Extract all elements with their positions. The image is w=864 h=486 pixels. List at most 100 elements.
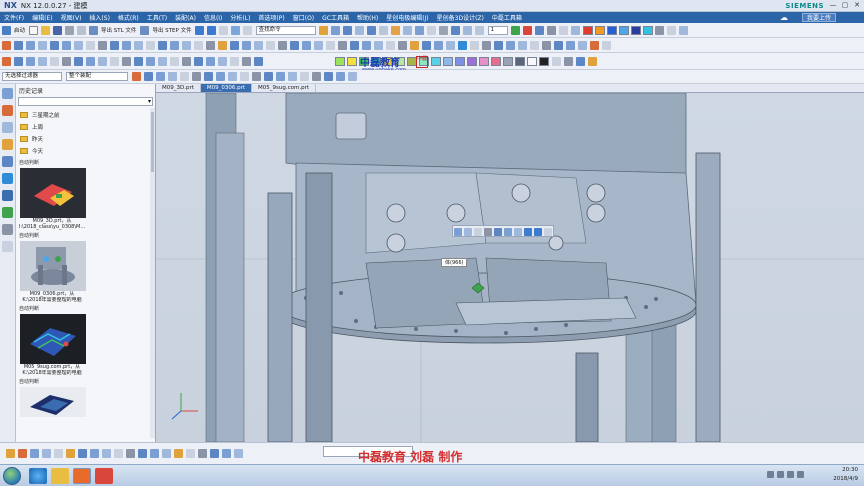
menu-view[interactable]: 视图(V) xyxy=(57,13,86,22)
cut-icon[interactable] xyxy=(64,25,74,35)
color-swatch-dark-gray[interactable] xyxy=(515,56,525,66)
hide-object-icon[interactable] xyxy=(474,227,482,236)
start-icon[interactable] xyxy=(1,25,11,35)
grid-icon[interactable] xyxy=(559,25,569,35)
subtract-icon[interactable] xyxy=(61,40,71,50)
selection-filter-dropdown[interactable]: 无选择过滤器 xyxy=(2,72,62,81)
color-swatch-yellow[interactable] xyxy=(347,56,357,66)
keyboard-icon[interactable] xyxy=(767,471,774,478)
block-icon[interactable] xyxy=(391,25,401,35)
pattern-component-icon[interactable] xyxy=(234,449,243,458)
weld-icon[interactable] xyxy=(210,449,219,458)
component-icon[interactable] xyxy=(78,449,87,458)
invert-icon[interactable] xyxy=(133,56,143,66)
extrude-icon[interactable] xyxy=(13,40,23,50)
measure-icon[interactable] xyxy=(451,25,461,35)
table-icon[interactable] xyxy=(577,40,587,50)
existing-point-icon[interactable] xyxy=(299,72,309,81)
point-on-face-icon[interactable] xyxy=(323,72,333,81)
show-only-icon[interactable] xyxy=(464,227,472,236)
volume-icon[interactable] xyxy=(787,471,794,478)
feature-history-icon[interactable] xyxy=(18,449,27,458)
suppress-icon[interactable] xyxy=(30,449,39,458)
touch-mode-icon[interactable] xyxy=(243,25,253,35)
color-swatch-white[interactable] xyxy=(527,56,537,66)
menu-analysis[interactable]: 分析(L) xyxy=(226,13,254,22)
color-swatch-orange[interactable] xyxy=(594,25,605,35)
line-icon[interactable] xyxy=(667,25,677,35)
intersection-point-icon[interactable] xyxy=(263,72,273,81)
pen-icon[interactable] xyxy=(589,40,599,50)
network-icon[interactable] xyxy=(777,471,784,478)
color-swatch-cyan[interactable] xyxy=(642,25,653,35)
edges-icon[interactable] xyxy=(169,56,179,66)
revolve-icon[interactable] xyxy=(25,40,35,50)
show-icon[interactable] xyxy=(121,56,131,66)
menu-preferences[interactable]: 首选项(P) xyxy=(254,13,288,22)
trim-icon[interactable] xyxy=(145,40,155,50)
insert-icon[interactable] xyxy=(505,40,515,50)
hole-icon[interactable] xyxy=(37,40,47,50)
minimize-icon[interactable]: — xyxy=(828,1,838,10)
nx-app-icon[interactable] xyxy=(73,467,91,484)
menu-assembly[interactable]: 装配(A) xyxy=(171,13,200,22)
mid-point-icon[interactable] xyxy=(239,72,249,81)
presentation-app-icon[interactable] xyxy=(95,467,113,484)
sheet-icon[interactable] xyxy=(379,25,389,35)
history-folder[interactable]: 昨天 xyxy=(16,133,155,145)
history-folder[interactable]: 三星期之前 xyxy=(16,109,155,121)
chamfer-icon[interactable] xyxy=(97,40,107,50)
tab-m09-0306[interactable]: M09_0306.prt xyxy=(200,84,253,92)
texture-icon[interactable] xyxy=(575,56,585,66)
color-swatch-blue[interactable] xyxy=(606,25,617,35)
history-thumbnail[interactable] xyxy=(20,387,86,417)
tab-m05-9sug[interactable]: M05_9sug.com.prt xyxy=(252,84,317,92)
rotate-icon[interactable] xyxy=(205,56,215,66)
route-icon[interactable] xyxy=(198,449,207,458)
drawing-icon[interactable] xyxy=(541,40,551,50)
snap-end-icon[interactable] xyxy=(13,56,23,66)
shaded-icon[interactable] xyxy=(157,56,167,66)
face-select-icon[interactable] xyxy=(179,72,189,81)
control-point-icon[interactable] xyxy=(251,72,261,81)
curve-icon[interactable] xyxy=(655,25,665,35)
edit-display-icon[interactable] xyxy=(494,227,502,236)
clearance-icon[interactable] xyxy=(126,449,135,458)
part-icon[interactable] xyxy=(331,25,341,35)
select-all-icon[interactable] xyxy=(131,72,141,81)
snap-grid-icon[interactable] xyxy=(347,72,357,81)
orient-icon[interactable] xyxy=(463,25,473,35)
menu-insert[interactable]: 插入(S) xyxy=(85,13,114,22)
snap-center-icon[interactable] xyxy=(37,56,47,66)
plane-icon[interactable] xyxy=(241,40,251,50)
datum-icon[interactable] xyxy=(217,40,227,50)
arc-center-icon[interactable] xyxy=(275,72,285,81)
redo-small-icon[interactable] xyxy=(534,227,542,236)
reuse-library-icon[interactable] xyxy=(2,139,13,150)
layer-combo[interactable]: 1 xyxy=(487,25,508,35)
copy-body-icon[interactable] xyxy=(73,56,83,66)
pocket-icon[interactable] xyxy=(517,40,527,50)
layer-icon[interactable] xyxy=(319,25,329,35)
snap-intersect-icon[interactable] xyxy=(61,56,71,66)
quick-pick-icon[interactable] xyxy=(6,449,15,458)
body-select-icon[interactable] xyxy=(167,72,177,81)
history-scrollbar[interactable] xyxy=(150,108,155,438)
history-thumbnail[interactable] xyxy=(20,241,86,291)
measure-distance-icon[interactable] xyxy=(301,40,311,50)
edit-feature-icon[interactable] xyxy=(454,227,462,236)
menu-gc-toolkit[interactable]: GC工具箱 xyxy=(318,13,353,22)
plate-icon[interactable] xyxy=(421,40,431,50)
color-swatch-sky[interactable] xyxy=(618,25,629,35)
dimension-icon[interactable] xyxy=(553,40,563,50)
cooling-icon[interactable] xyxy=(457,40,467,50)
snap-point-icon[interactable] xyxy=(1,56,11,66)
menu-tools[interactable]: 工具(T) xyxy=(143,13,171,22)
open-folder-icon[interactable] xyxy=(40,25,50,35)
blend-icon[interactable] xyxy=(85,40,95,50)
bounded-grid-icon[interactable] xyxy=(335,72,345,81)
constraint-navigator-icon[interactable] xyxy=(2,122,13,133)
electrode-icon[interactable] xyxy=(397,40,407,50)
scroll-thumb[interactable] xyxy=(151,112,154,172)
shade-icon[interactable] xyxy=(403,25,413,35)
